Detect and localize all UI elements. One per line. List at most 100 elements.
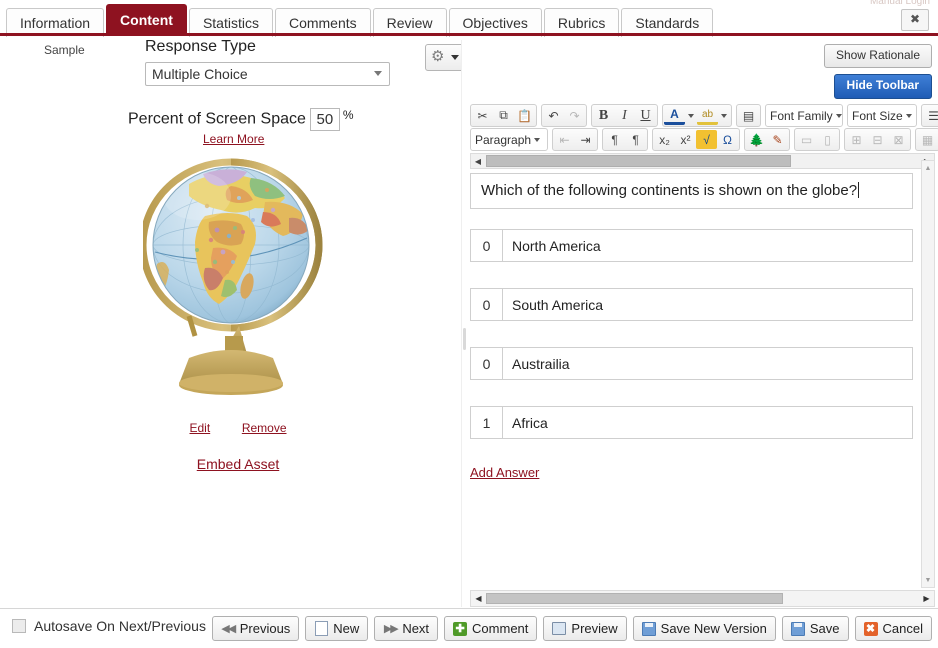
preview-monitor-icon [552,622,566,636]
bullet-list-icon[interactable]: ☰ [923,106,938,125]
percent-symbol: % [343,108,354,122]
save-disk-icon [791,622,805,636]
next-button[interactable]: ▶▶ Next [374,616,438,641]
remove-asset-link[interactable]: Remove [242,421,287,435]
ltr-icon[interactable]: ¶ [604,130,625,149]
chevron-down-icon[interactable] [721,114,727,118]
scroll-right-arrow-icon[interactable]: ▶ [920,592,933,605]
question-text: Which of the following continents is sho… [481,182,857,199]
show-rationale-button[interactable]: Show Rationale [824,44,932,68]
math-icon[interactable]: √ [696,130,717,149]
answer-text-input[interactable]: North America [503,229,913,262]
cut-icon[interactable]: ✂ [472,106,493,125]
autosave-row: Autosave On Next/Previous [12,618,206,634]
preview-button-label: Preview [571,621,617,636]
indent-group: ⇤ ⇥ [552,128,598,151]
indent-icon[interactable]: ⇥ [575,130,596,149]
page-break-icon[interactable]: ▤ [738,106,759,125]
table-props-icon[interactable]: ▦ [917,130,938,149]
answer-text-input[interactable]: Africa [503,406,913,439]
tab-content[interactable]: Content [106,4,187,35]
tab-strip: Information Content Statistics Comments … [6,3,715,35]
answer-text-input[interactable]: Austrailia [503,347,913,380]
answer-list: 0 North America 0 South America 0 Austra… [470,229,913,480]
cancel-button[interactable]: ✖ Cancel [855,616,932,641]
scroll-left-arrow-icon[interactable]: ◀ [472,592,485,605]
chevron-down-icon [906,114,912,118]
embed-asset-link[interactable]: Embed Asset [197,456,280,472]
outdent-icon[interactable]: ⇤ [554,130,575,149]
italic-icon[interactable]: I [614,106,635,125]
pane-splitter[interactable] [461,40,467,607]
rtl-icon[interactable]: ¶ [625,130,646,149]
chevron-down-icon[interactable] [688,114,694,118]
scrollbar-thumb[interactable] [486,593,783,604]
toolbar-horizontal-scrollbar[interactable]: ◀ ▶ [470,153,935,169]
edit-source-icon[interactable]: ✎ [767,130,788,149]
percent-screen-space-input[interactable]: 50 [310,108,340,131]
close-icon[interactable]: ✖ [901,9,929,31]
hide-toolbar-button[interactable]: Hide Toolbar [834,74,932,99]
globe-icon [143,140,329,412]
paragraph-format-select[interactable]: Paragraph [470,128,548,151]
history-group: ↶ ↷ [541,104,587,127]
add-answer-link[interactable]: Add Answer [470,465,539,480]
previous-button[interactable]: ◀◀ Previous [212,616,300,641]
text-color-icon[interactable]: A [664,106,685,125]
direction-group: ¶ ¶ [602,128,648,151]
answer-score-input[interactable]: 0 [470,229,503,262]
table-row: 0 South America [470,288,913,321]
table-row: 0 Austrailia [470,347,913,380]
table-cell-icon[interactable]: ⊞ [846,130,867,149]
autosave-checkbox[interactable] [12,619,26,633]
preview-button[interactable]: Preview [543,616,626,641]
response-type-value: Multiple Choice [152,66,248,82]
undo-icon[interactable]: ↶ [543,106,564,125]
splitter-grip[interactable] [463,328,466,350]
answer-score-input[interactable]: 0 [470,347,503,380]
page-break-group: ▤ [736,104,761,127]
font-size-select[interactable]: Font Size [847,104,917,127]
new-button[interactable]: New [305,616,368,641]
font-family-select[interactable]: Font Family [765,104,843,127]
edit-asset-link[interactable]: Edit [190,421,211,435]
insert-row-icon[interactable]: ▭ [796,130,817,149]
scrollbar-thumb[interactable] [486,155,791,167]
redo-icon[interactable]: ↷ [564,106,585,125]
paste-icon[interactable]: 📋 [514,106,535,125]
underline-icon[interactable]: U [635,106,656,125]
tab-underline [0,33,938,36]
answer-score-input[interactable]: 1 [470,406,503,439]
question-text-field[interactable]: Which of the following continents is sho… [470,173,913,209]
settings-gear-button[interactable]: ⚙ [425,44,465,71]
scroll-up-arrow-icon[interactable]: ▲ [923,163,933,173]
merge-cells-icon[interactable]: ⊟ [867,130,888,149]
response-type-select[interactable]: Multiple Choice [145,62,390,86]
scroll-down-arrow-icon[interactable]: ▼ [923,575,933,585]
highlight-color-icon[interactable]: ab [697,106,718,125]
answer-text-input[interactable]: South America [503,288,913,321]
insert-image-icon[interactable]: 🌲 [746,130,767,149]
split-cell-icon[interactable]: ⊠ [888,130,909,149]
embed-asset-row: Embed Asset [143,456,333,472]
special-character-icon[interactable]: Ω [717,130,738,149]
text-style-group: B I U [591,104,658,127]
superscript-icon[interactable]: x² [675,130,696,149]
save-button[interactable]: Save [782,616,849,641]
insert-column-icon[interactable]: ▯ [817,130,838,149]
scroll-left-arrow-icon[interactable]: ◀ [471,154,485,168]
chevron-down-icon [451,55,459,60]
question-editor-window: Manual Login Information Content Statist… [0,0,938,647]
cancel-icon: ✖ [864,622,878,636]
bold-icon[interactable]: B [593,106,614,125]
editor-bottom-horizontal-scrollbar[interactable]: ◀ ▶ [470,590,935,607]
copy-icon[interactable]: ⧉ [493,106,514,125]
editor-vertical-scrollbar[interactable]: ▲ ▼ [921,160,935,588]
answer-score-input[interactable]: 0 [470,288,503,321]
save-new-version-button[interactable]: Save New Version [633,616,776,641]
left-pane: Sample Response Type Multiple Choice ⚙ P… [0,40,463,607]
globe-image[interactable] [143,140,329,412]
autosave-label: Autosave On Next/Previous [34,618,206,634]
subscript-icon[interactable]: x₂ [654,130,675,149]
comment-button[interactable]: ✚ Comment [444,616,537,641]
